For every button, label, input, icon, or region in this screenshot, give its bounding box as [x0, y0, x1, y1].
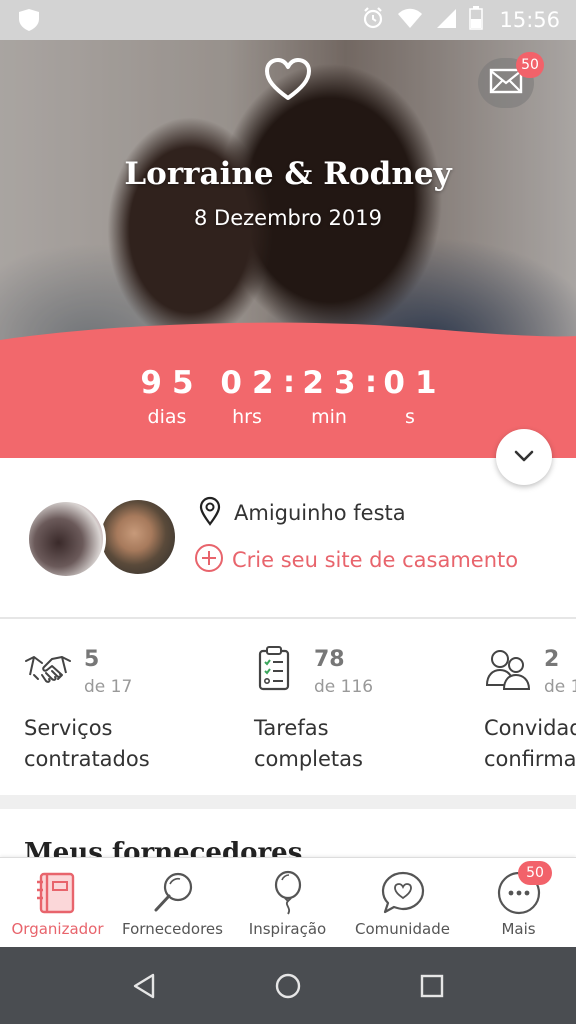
- messages-badge: 50: [516, 52, 544, 78]
- guests-icon: [484, 645, 532, 693]
- nav-inspiration[interactable]: Inspiração: [230, 858, 345, 948]
- section-separator: [0, 795, 576, 809]
- create-wedding-site-link[interactable]: Crie seu site de casamento: [194, 543, 518, 577]
- nav-vendors-label: Fornecedores: [122, 920, 223, 938]
- nav-inspiration-label: Inspiração: [248, 920, 327, 938]
- couple-names: Lorraine & Rodney: [124, 156, 452, 192]
- avatar-groom[interactable]: [98, 497, 178, 577]
- seconds-value: 01: [383, 365, 447, 401]
- location-text: Amiguinho festa: [234, 501, 406, 525]
- seconds-label: s: [405, 406, 415, 428]
- shield-icon: [16, 7, 42, 37]
- countdown-hours: 02 hrs: [202, 364, 292, 428]
- alarm-icon: [361, 6, 385, 34]
- guests-count: 2: [544, 647, 560, 672]
- guests-total: de 1: [544, 677, 576, 697]
- guests-label-line1: Convidad: [484, 716, 576, 740]
- wedding-countdown: 95 dias 02 hrs : 23 min : 01 s: [0, 322, 576, 458]
- couple-cover-photo: 50 Lorraine & Rodney 8 Dezembro 2019: [0, 40, 576, 370]
- status-bar: 15:56: [0, 0, 576, 40]
- countdown-days: 95 dias: [122, 364, 212, 428]
- nav-vendors[interactable]: Fornecedores: [115, 858, 230, 948]
- services-label-line1: Serviços: [24, 716, 113, 740]
- minutes-label: min: [311, 406, 347, 428]
- chevron-down-icon: [513, 448, 535, 467]
- create-site-label: Crie seu site de casamento: [232, 548, 519, 572]
- hours-label: hrs: [232, 406, 262, 428]
- services-total: de 17: [84, 677, 133, 697]
- countdown-seconds: 01 s: [365, 364, 455, 428]
- nav-community[interactable]: Comunidade: [345, 858, 460, 948]
- organizer-icon: [35, 870, 81, 916]
- tasks-label-line1: Tarefas: [254, 716, 329, 740]
- back-icon[interactable]: [130, 971, 160, 1001]
- minutes-value: 23: [302, 365, 366, 401]
- countdown-minutes: 23 min: [284, 364, 374, 428]
- days-label: dias: [147, 406, 187, 428]
- guests-label-line2: confirma: [484, 747, 576, 771]
- heart-icon: [264, 58, 312, 106]
- handshake-icon: [24, 645, 72, 693]
- status-time: 15:56: [499, 8, 560, 32]
- nav-more-label: Mais: [501, 920, 536, 938]
- nav-organizer-label: Organizador: [11, 920, 104, 938]
- nav-organizer[interactable]: Organizador: [0, 858, 115, 948]
- days-value: 95: [140, 365, 204, 401]
- guests-label: Convidad confirma: [484, 713, 576, 775]
- wifi-icon: [397, 7, 423, 33]
- services-label-line2: contratados: [24, 747, 150, 771]
- tasks-label-line2: completas: [254, 747, 363, 771]
- chat-heart-icon: [380, 870, 426, 916]
- services-count: 5: [84, 647, 100, 672]
- tasks-label: Tarefas completas: [254, 713, 363, 775]
- recents-icon[interactable]: [417, 971, 447, 1001]
- home-icon[interactable]: [273, 971, 303, 1001]
- signal-icon: [435, 7, 457, 33]
- location-pin-icon: [198, 496, 222, 530]
- tasks-count: 78: [314, 647, 345, 672]
- avatar-bride[interactable]: [26, 499, 106, 579]
- more-badge: 50: [518, 861, 552, 885]
- nav-community-label: Comunidade: [355, 920, 450, 938]
- checklist-icon: [254, 645, 302, 693]
- collapse-button[interactable]: [496, 429, 552, 485]
- battery-icon: [469, 6, 484, 34]
- magnifier-icon: [150, 870, 196, 916]
- services-label: Serviços contratados: [24, 713, 150, 775]
- system-navigation-bar: [0, 947, 576, 1024]
- hours-value: 02: [220, 365, 284, 401]
- countdown-row: 95 dias 02 hrs : 23 min : 01 s: [0, 364, 576, 444]
- wedding-location[interactable]: Amiguinho festa: [198, 496, 406, 530]
- app-screen: 15:56 50 Lorraine & Rodney 8 Dezembro 20…: [0, 0, 576, 1024]
- wedding-date: 8 Dezembro 2019: [194, 206, 382, 230]
- bottom-navigation: Organizador Fornecedores Inspiração Comu…: [0, 857, 576, 947]
- balloon-icon: [265, 870, 311, 916]
- tasks-total: de 116: [314, 677, 374, 697]
- divider: [0, 617, 576, 619]
- plus-circle-icon: [194, 543, 224, 577]
